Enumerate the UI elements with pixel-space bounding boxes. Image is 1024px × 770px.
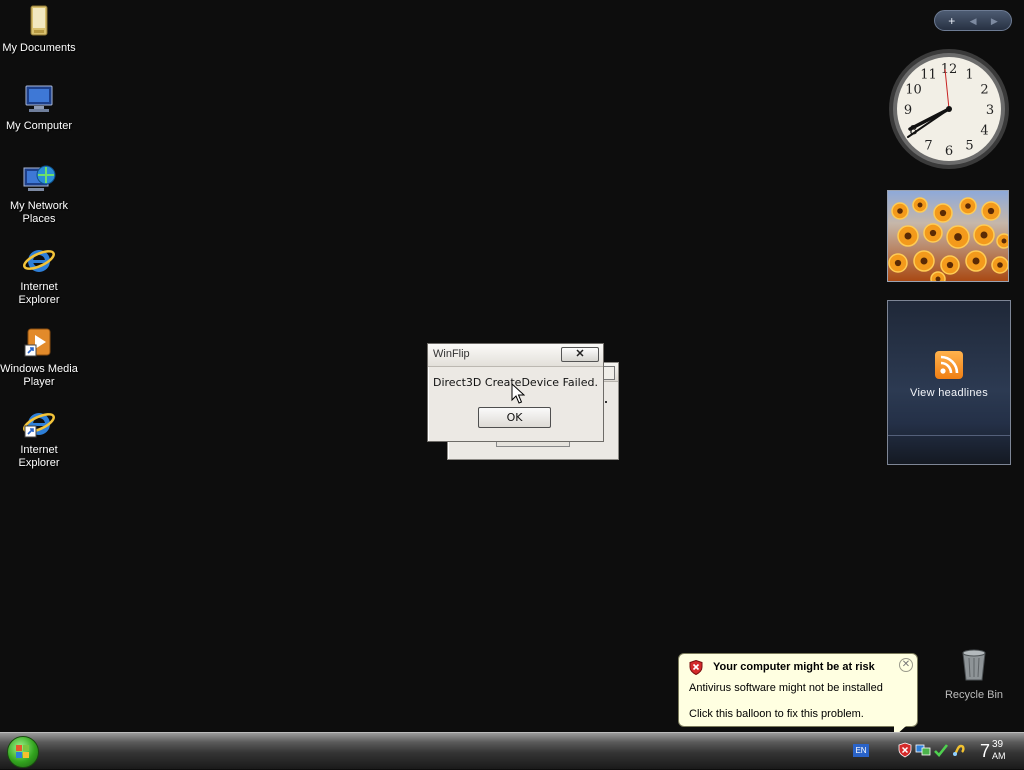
clock-numeral: 2 [980, 83, 988, 98]
computer-icon [25, 85, 53, 112]
balloon-action-text: Click this balloon to fix this problem. [689, 708, 864, 720]
flower-center [1001, 238, 1007, 244]
internet-explorer-icon [23, 413, 55, 438]
rss-feed-icon [935, 351, 963, 379]
desktop-icon-windows-media-player[interactable]: Windows Media Player [0, 325, 78, 389]
feed-headlines-gadget[interactable]: View headlines [887, 300, 1011, 465]
mouse-cursor-icon [511, 383, 525, 404]
flowers-photo [888, 191, 1008, 281]
balloon-title: Your computer might be at risk [713, 661, 875, 673]
flower-center [917, 202, 923, 208]
close-icon: ✕ [575, 348, 585, 360]
clock-numeral: 5 [965, 139, 973, 154]
text-fragment [605, 401, 607, 403]
desktop-icon-label: Places [22, 213, 56, 225]
desktop-icon-label: Internet [20, 444, 58, 456]
flower-center [939, 209, 947, 217]
flower-center [987, 207, 995, 215]
desktop-icon-label: My Computer [5, 120, 73, 132]
desktop-icon-label: My Network [9, 200, 69, 212]
windows-logo-icon [16, 745, 29, 758]
flower-center [904, 232, 912, 240]
balloon-close-button[interactable]: ✕ [899, 658, 913, 672]
clock-numeral: 4 [980, 124, 988, 139]
folder-icon [30, 5, 48, 36]
clock-minute: 39 [992, 739, 1004, 750]
clock-numeral: 1 [965, 67, 973, 82]
clock-numeral: 11 [920, 67, 937, 82]
desktop-icon-my-network-places[interactable]: My Network Places [0, 162, 78, 226]
clock-numeral: 6 [945, 144, 953, 159]
flower-center [897, 208, 903, 214]
close-button[interactable]: ✕ [561, 347, 599, 362]
flower-center [946, 261, 954, 269]
desktop-icon-label: Internet [20, 281, 58, 293]
internet-explorer-icon [23, 250, 55, 272]
updates-icon[interactable] [951, 742, 967, 758]
start-button[interactable] [7, 736, 39, 768]
balloon-message: Antivirus software might not be installe… [689, 682, 883, 694]
security-shield-icon [689, 660, 703, 675]
divider [888, 435, 1010, 436]
desktop-icon-internet-explorer-shortcut[interactable]: Internet Explorer [0, 406, 78, 470]
flower-center [920, 257, 928, 265]
clock-numeral: 9 [904, 103, 912, 118]
recycle-bin-icon [962, 649, 986, 681]
desktop-icon-internet-explorer[interactable]: Internet Explorer [0, 243, 78, 307]
next-page-button[interactable]: ▶ [991, 15, 998, 27]
taskbar: EN 7 39 AM [0, 732, 1024, 769]
desktop-icon-label: Windows Media [0, 363, 78, 375]
clock-hour: 7 [980, 741, 991, 761]
previous-page-button[interactable]: ◀ [970, 15, 977, 27]
desktop-icon-my-documents[interactable]: My Documents [0, 4, 78, 55]
clock-numeral: 7 [924, 139, 932, 154]
security-alert-icon[interactable] [897, 742, 913, 758]
desktop-icon-label: Player [23, 376, 55, 388]
flower-center [980, 231, 988, 239]
security-notification-balloon[interactable]: Your computer might be at risk ✕ Antivir… [678, 653, 918, 737]
clock-numeral: 12 [941, 62, 958, 77]
flower-center [954, 233, 962, 241]
slideshow-gadget[interactable] [887, 190, 1009, 282]
title-bar[interactable]: WinFlip ✕ [428, 344, 603, 367]
desktop-icon-recycle-bin[interactable]: Recycle Bin [940, 648, 1008, 701]
clock-numeral: 10 [905, 83, 922, 98]
flower-center [894, 259, 902, 267]
flower-center [965, 203, 971, 209]
view-headlines-label[interactable]: View headlines [888, 387, 1010, 399]
desktop-icon-my-computer[interactable]: My Computer [0, 82, 78, 133]
sidebar-gadget-controls: + ◀ ▶ [934, 10, 1012, 31]
desktop-icon-label: Explorer [18, 457, 60, 469]
flower-center [929, 229, 937, 237]
desktop-icon-label: Recycle Bin [944, 689, 1004, 701]
clock-gadget[interactable]: 12 1234567891011 [887, 47, 1011, 171]
flower-center [972, 257, 980, 265]
network-status-icon[interactable] [915, 742, 931, 758]
safely-remove-check-icon[interactable] [933, 742, 949, 758]
desktop-icon-label: Explorer [18, 294, 60, 306]
desktop-icon-label: My Documents [2, 42, 76, 54]
ok-button[interactable]: OK [478, 407, 551, 428]
add-gadget-button[interactable]: + [948, 15, 955, 27]
close-icon: ✕ [901, 659, 911, 670]
network-icon [23, 165, 56, 191]
clock-numeral: 3 [986, 103, 994, 118]
flower-center [997, 262, 1003, 268]
dialog-title: WinFlip [433, 348, 470, 360]
flower-center [935, 276, 941, 281]
clock-am-pm: AM [992, 751, 1006, 761]
media-player-icon [24, 328, 51, 357]
language-indicator[interactable]: EN [853, 744, 869, 757]
